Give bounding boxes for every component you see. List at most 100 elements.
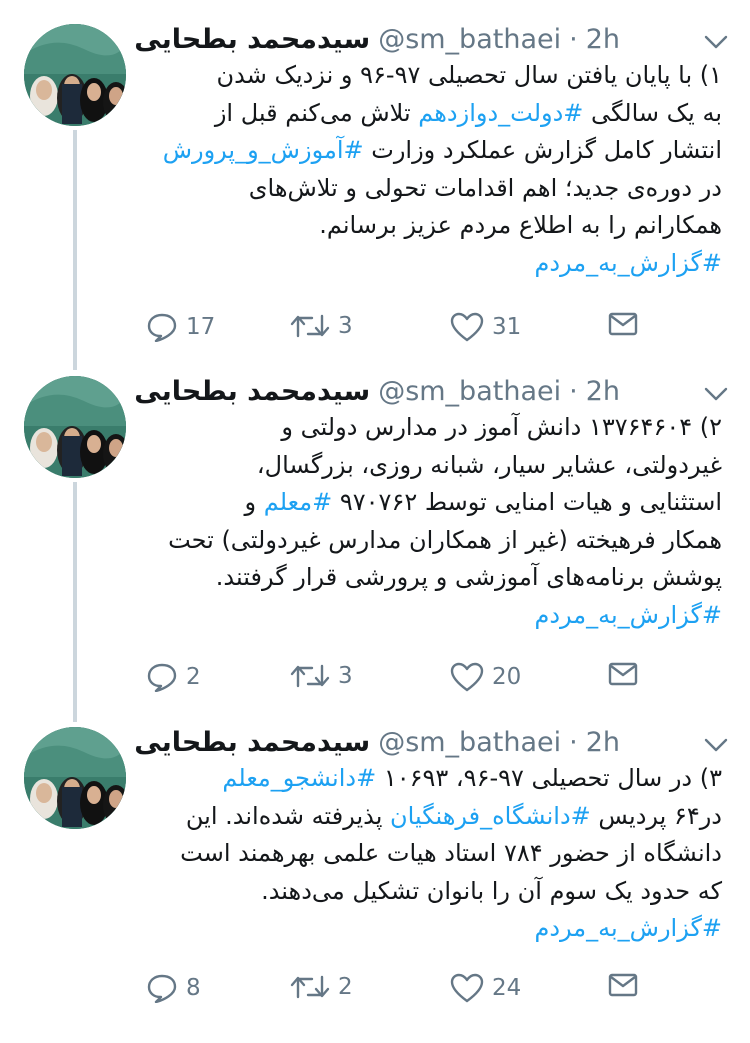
tweet[interactable]: سیدمحمد بطحایی @sm_bathaei · 2h ۲) ۱۳۷۶۴… xyxy=(0,352,750,692)
tweet-text-line: در۶۴ پردیس #دانشگاه_فرهنگیان پذیرفته شده… xyxy=(140,798,722,836)
direct-message-button[interactable] xyxy=(608,973,638,997)
author-name[interactable]: سیدمحمد بطحایی xyxy=(134,24,370,55)
tweet-text-line: دانشگاه از حضور ۷۸۴ استاد هیات علمی بهره… xyxy=(140,835,722,873)
retweet-button[interactable]: 2 xyxy=(290,973,353,1001)
hashtag-link[interactable]: #گزارش_به_مردم xyxy=(534,914,722,942)
tweet-text-segment: و xyxy=(244,488,264,516)
like-count: 24 xyxy=(492,975,522,1001)
tweet-time[interactable]: 2h xyxy=(586,24,620,55)
reply-button[interactable]: 2 xyxy=(146,662,201,692)
like-icon xyxy=(450,312,484,342)
tweet-text-segment: که حدود یک سوم آن را بانوان تشکیل می‌دهن… xyxy=(261,876,722,905)
avatar[interactable] xyxy=(24,24,126,126)
chevron-down-icon[interactable] xyxy=(704,34,728,50)
retweet-count: 2 xyxy=(338,974,353,1000)
tweet-text-line: همکار فرهیخته (غیر از همکاران مدارس غیرد… xyxy=(140,522,722,560)
tweet-text-segment: تلاش می‌کنم قبل از xyxy=(214,98,419,127)
like-button[interactable]: 24 xyxy=(450,973,521,1003)
like-button[interactable]: 20 xyxy=(450,662,521,692)
tweet-text-line: که حدود یک سوم آن را بانوان تشکیل می‌دهن… xyxy=(140,873,722,911)
tweet-time[interactable]: 2h xyxy=(586,727,620,758)
tweet-text-line: انتشار کامل گزارش عملکرد وزارت #آموزش_و_… xyxy=(140,132,722,170)
like-count: 20 xyxy=(492,664,522,690)
tweet-text-segment: پوشش برنامه‌های آموزشی و پرورشی قرار گرف… xyxy=(215,563,722,591)
hashtag-link[interactable]: #آموزش_و_پرورش xyxy=(163,136,364,164)
hashtag-link[interactable]: #دولت_دوازدهم xyxy=(418,99,583,127)
author-handle[interactable]: @sm_bathaei xyxy=(378,376,561,407)
tweet-text-segment: ۱) با پایان یافتن سال تحصیلی ۹۷-۹۶ و نزد… xyxy=(216,61,722,89)
tweet-text-line: به یک سالگی #دولت_دوازدهم تلاش می‌کنم قب… xyxy=(140,95,722,133)
message-icon xyxy=(608,662,638,686)
hashtag-link[interactable]: #دانشجو_معلم xyxy=(222,764,376,792)
author-name[interactable]: سیدمحمد بطحایی xyxy=(134,376,370,407)
tweet-text-line: پوشش برنامه‌های آموزشی و پرورشی قرار گرف… xyxy=(140,559,722,597)
reply-icon xyxy=(147,313,177,342)
author-handle[interactable]: @sm_bathaei xyxy=(378,727,561,758)
like-button[interactable]: 31 xyxy=(450,312,521,342)
tweet-text-segment: در دوره‌ی جدید؛ اهم اقدامات تحولی و تلاش… xyxy=(248,173,722,202)
retweet-icon xyxy=(290,664,330,688)
reply-button[interactable]: 17 xyxy=(146,312,215,342)
tweet-text-segment: در۶۴ پردیس xyxy=(590,801,722,830)
retweet-icon xyxy=(290,975,330,999)
like-count: 31 xyxy=(492,314,522,340)
reply-icon xyxy=(147,663,177,692)
tweet-actions: 17 3 31 xyxy=(140,312,640,352)
hashtag-link[interactable]: #گزارش_به_مردم xyxy=(534,601,722,629)
tweet-text-segment: انتشار کامل گزارش عملکرد وزارت xyxy=(363,136,722,164)
avatar[interactable] xyxy=(24,376,126,478)
like-icon xyxy=(450,973,484,1003)
reply-count: 2 xyxy=(186,664,201,690)
separator-dot: · xyxy=(569,24,578,55)
direct-message-button[interactable] xyxy=(608,312,638,336)
author-handle[interactable]: @sm_bathaei xyxy=(378,24,561,55)
tweet-text-segment: استثنایی و هیات امنایی توسط ۹۷۰۷۶۲ xyxy=(332,488,722,516)
reply-button[interactable]: 8 xyxy=(146,973,201,1003)
avatar[interactable] xyxy=(24,727,126,829)
chevron-down-icon[interactable] xyxy=(704,386,728,402)
separator-dot: · xyxy=(569,376,578,407)
tweet-text-segment: غیردولتی، عشایر سیار، شبانه روزی، بزرگسا… xyxy=(256,450,722,479)
retweet-count: 3 xyxy=(338,663,353,689)
retweet-count: 3 xyxy=(338,313,353,339)
tweet-actions: 8 2 24 xyxy=(140,973,640,1013)
tweet-actions: 2 3 20 xyxy=(140,662,640,702)
tweet-text-segment: به یک سالگی xyxy=(583,98,722,127)
retweet-button[interactable]: 3 xyxy=(290,312,353,340)
chevron-down-icon[interactable] xyxy=(704,737,728,753)
tweet-text-line: ۲) ۱۳۷۶۴۶۰۴ دانش آموز در مدارس دولتی و xyxy=(140,409,722,447)
retweet-icon xyxy=(290,314,330,338)
tweet-text: ۱) با پایان یافتن سال تحصیلی ۹۷-۹۶ و نزد… xyxy=(140,57,722,282)
tweet-time[interactable]: 2h xyxy=(586,376,620,407)
tweet[interactable]: سیدمحمد بطحایی @sm_bathaei · 2h ۳) در سا… xyxy=(0,703,750,1043)
tweet-text-segment: ۳) در سال تحصیلی ۹۷-۹۶، ۱۰۶۹۳ xyxy=(376,764,722,792)
retweet-button[interactable]: 3 xyxy=(290,662,353,690)
separator-dot: · xyxy=(569,727,578,758)
tweet-text-line: #گزارش_به_مردم xyxy=(140,245,722,283)
reply-count: 8 xyxy=(186,975,201,1001)
message-icon xyxy=(608,973,638,997)
hashtag-link[interactable]: #دانشگاه_فرهنگیان xyxy=(390,802,591,830)
tweet-text-line: همکارانم را به اطلاع مردم عزیز برسانم. xyxy=(140,207,722,245)
hashtag-link[interactable]: #گزارش_به_مردم xyxy=(534,249,722,277)
tweet-text: ۳) در سال تحصیلی ۹۷-۹۶، ۱۰۶۹۳ #دانشجو_مع… xyxy=(140,760,722,948)
tweet-text-line: استثنایی و هیات امنایی توسط ۹۷۰۷۶۲ #معلم… xyxy=(140,484,722,522)
like-icon xyxy=(450,662,484,692)
direct-message-button[interactable] xyxy=(608,662,638,686)
reply-icon xyxy=(147,974,177,1003)
author-name[interactable]: سیدمحمد بطحایی xyxy=(134,727,370,758)
message-icon xyxy=(608,312,638,336)
tweet-header: سیدمحمد بطحایی @sm_bathaei · 2h xyxy=(134,376,620,407)
tweet-text-line: #گزارش_به_مردم xyxy=(140,597,722,635)
tweet-text-line: ۱) با پایان یافتن سال تحصیلی ۹۷-۹۶ و نزد… xyxy=(140,57,722,95)
tweet-header: سیدمحمد بطحایی @sm_bathaei · 2h xyxy=(134,727,620,758)
tweet[interactable]: سیدمحمد بطحایی @sm_bathaei · 2h ۱) با پا… xyxy=(0,0,750,342)
tweet-text-segment: ۲) ۱۳۷۶۴۶۰۴ دانش آموز در مدارس دولتی و xyxy=(281,413,722,441)
tweet-text-line: در دوره‌ی جدید؛ اهم اقدامات تحولی و تلاش… xyxy=(140,170,722,208)
tweet-text-line: #گزارش_به_مردم xyxy=(140,910,722,948)
tweet-text-segment: پذیرفته شده‌اند. این xyxy=(185,801,391,830)
tweet-header: سیدمحمد بطحایی @sm_bathaei · 2h xyxy=(134,24,620,55)
hashtag-link[interactable]: #معلم xyxy=(264,488,332,516)
tweet-text: ۲) ۱۳۷۶۴۶۰۴ دانش آموز در مدارس دولتی و غی… xyxy=(140,409,722,634)
tweet-text-line: ۳) در سال تحصیلی ۹۷-۹۶، ۱۰۶۹۳ #دانشجو_مع… xyxy=(140,760,722,798)
